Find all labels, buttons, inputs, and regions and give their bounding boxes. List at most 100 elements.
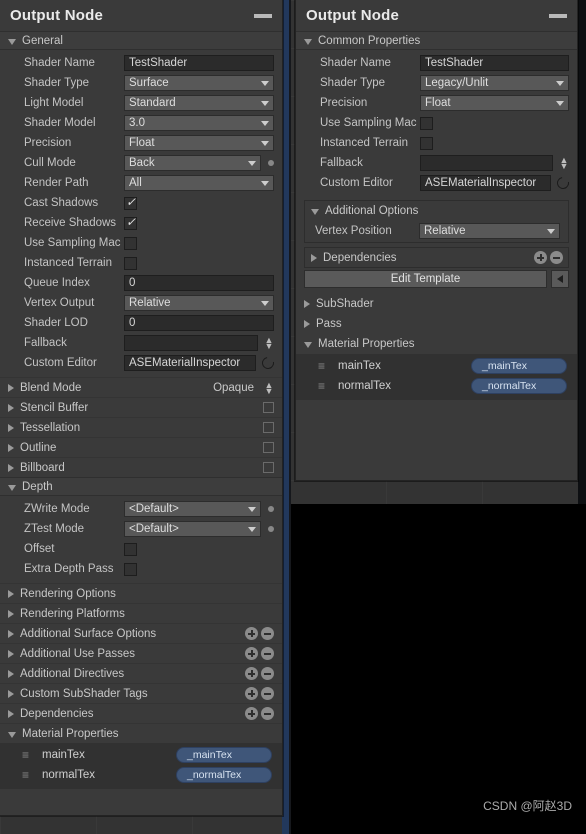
row-receive-shadows[interactable]: Receive Shadows [0, 213, 282, 233]
material-property-pill[interactable]: _mainTex [471, 358, 567, 374]
row-vertex-position[interactable]: Vertex Position Relative [305, 220, 568, 242]
row-ztest-mode[interactable]: ZTest Mode <Default> [0, 519, 282, 539]
remove-icon[interactable] [261, 707, 274, 720]
remove-icon[interactable] [261, 667, 274, 680]
dropdown-shader-type[interactable]: Legacy/Unlit [420, 75, 569, 91]
row-use-sampling-macros[interactable]: Use Sampling Mac [296, 113, 577, 133]
list-item[interactable]: ≡ mainTex _mainTex [0, 745, 282, 765]
dropdown-cull-mode[interactable]: Back [124, 155, 261, 171]
remove-icon[interactable] [550, 251, 563, 264]
checkbox-stencil-buffer[interactable] [263, 402, 274, 413]
row-offset[interactable]: Offset [0, 539, 282, 559]
remove-icon[interactable] [261, 627, 274, 640]
checkbox-instanced-terrain[interactable] [420, 136, 433, 150]
row-instanced-terrain[interactable]: Instanced Terrain [296, 133, 577, 153]
row-render-path[interactable]: Render Path All [0, 173, 282, 193]
foldout-additional-surface-options[interactable]: Additional Surface Options [0, 623, 282, 643]
checkbox-instanced-terrain[interactable] [124, 256, 137, 270]
right-node-header[interactable]: Output Node [296, 0, 577, 31]
dropdown-vertex-position[interactable]: Relative [419, 223, 560, 239]
material-property-pill[interactable]: _normalTex [176, 767, 272, 783]
input-fallback[interactable] [420, 155, 553, 171]
checkbox-offset[interactable] [124, 542, 137, 556]
foldout-dependencies[interactable]: Dependencies [304, 247, 569, 268]
stepper-icon[interactable]: ▲ ▼ [264, 380, 274, 395]
dropdown-ztest-mode[interactable]: <Default> [124, 521, 261, 537]
checkbox-cast-shadows[interactable] [124, 195, 137, 210]
material-property-pill[interactable]: _normalTex [471, 378, 567, 394]
checkbox-billboard[interactable] [263, 462, 274, 473]
drag-handle-icon[interactable]: ≡ [22, 749, 34, 761]
section-general[interactable]: General [0, 31, 282, 50]
row-precision[interactable]: Precision Float [296, 93, 577, 113]
dropdown-light-model[interactable]: Standard [124, 95, 274, 111]
row-custom-editor[interactable]: Custom Editor ASEMaterialInspector [296, 173, 577, 193]
dropdown-precision[interactable]: Float [124, 135, 274, 151]
row-instanced-terrain[interactable]: Instanced Terrain [0, 253, 282, 273]
dropdown-zwrite-mode[interactable]: <Default> [124, 501, 261, 517]
remove-icon[interactable] [261, 647, 274, 660]
add-icon[interactable] [245, 707, 258, 720]
dropdown-render-path[interactable]: All [124, 175, 274, 191]
foldout-pass[interactable]: Pass [296, 314, 577, 334]
foldout-stencil-buffer[interactable]: Stencil Buffer [0, 397, 282, 417]
row-cast-shadows[interactable]: Cast Shadows [0, 193, 282, 213]
row-shader-model[interactable]: Shader Model 3.0 [0, 113, 282, 133]
add-icon[interactable] [245, 647, 258, 660]
input-queue-index[interactable]: 0 [124, 275, 274, 291]
input-shader-name[interactable]: TestShader [420, 55, 569, 71]
checkbox-extra-depth-pass[interactable] [124, 562, 137, 576]
foldout-material-properties[interactable]: Material Properties [0, 723, 282, 743]
row-fallback[interactable]: Fallback ▲ ▼ [0, 333, 282, 353]
checkbox-use-sampling-macros[interactable] [420, 116, 433, 130]
foldout-additional-directives[interactable]: Additional Directives [0, 663, 282, 683]
minimize-icon[interactable] [549, 14, 567, 18]
checkbox-tessellation[interactable] [263, 422, 274, 433]
list-item[interactable]: ≡ mainTex _mainTex [296, 356, 577, 376]
drag-handle-icon[interactable]: ≡ [22, 769, 34, 781]
dropdown-shader-model[interactable]: 3.0 [124, 115, 274, 131]
left-node-header[interactable]: Output Node [0, 0, 282, 31]
output-node-panel-right[interactable]: Output Node Common Properties Shader Nam… [295, 0, 578, 481]
remove-icon[interactable] [261, 687, 274, 700]
checkbox-outline[interactable] [263, 442, 274, 453]
input-shader-lod[interactable]: 0 [124, 315, 274, 331]
row-shader-name[interactable]: Shader Name TestShader [296, 53, 577, 73]
drag-handle-icon[interactable]: ≡ [318, 380, 330, 392]
row-precision[interactable]: Precision Float [0, 133, 282, 153]
dropdown-shader-type[interactable]: Surface [124, 75, 274, 91]
foldout-blend-mode[interactable]: Blend Mode Opaque ▲ ▼ [0, 377, 282, 397]
input-custom-editor[interactable]: ASEMaterialInspector [124, 355, 256, 371]
foldout-rendering-options[interactable]: Rendering Options [0, 583, 282, 603]
row-use-sampling-macros[interactable]: Use Sampling Mac [0, 233, 282, 253]
list-item[interactable]: ≡ normalTex _normalTex [296, 376, 577, 396]
row-shader-type[interactable]: Shader Type Surface [0, 73, 282, 93]
foldout-custom-subshader-tags[interactable]: Custom SubShader Tags [0, 683, 282, 703]
reset-icon[interactable] [259, 354, 277, 372]
stepper-icon[interactable]: ▲ ▼ [264, 336, 274, 351]
reset-icon[interactable] [554, 174, 572, 192]
input-fallback[interactable] [124, 335, 258, 351]
port-dot-icon[interactable] [268, 506, 274, 512]
material-property-pill[interactable]: _mainTex [176, 747, 272, 763]
add-icon[interactable] [245, 627, 258, 640]
row-light-model[interactable]: Light Model Standard [0, 93, 282, 113]
back-button[interactable] [551, 270, 569, 288]
minimize-icon[interactable] [254, 14, 272, 18]
checkbox-receive-shadows[interactable] [124, 215, 137, 230]
edit-template-button[interactable]: Edit Template [304, 270, 547, 288]
add-icon[interactable] [245, 687, 258, 700]
row-queue-index[interactable]: Queue Index 0 [0, 273, 282, 293]
row-shader-name[interactable]: Shader Name TestShader [0, 53, 282, 73]
input-custom-editor[interactable]: ASEMaterialInspector [420, 175, 551, 191]
section-common-properties[interactable]: Common Properties [296, 31, 577, 50]
section-depth[interactable]: Depth [0, 477, 282, 496]
row-cull-mode[interactable]: Cull Mode Back [0, 153, 282, 173]
foldout-billboard[interactable]: Billboard [0, 457, 282, 477]
add-icon[interactable] [245, 667, 258, 680]
section-additional-options[interactable]: Additional Options [305, 201, 568, 220]
foldout-dependencies[interactable]: Dependencies [0, 703, 282, 723]
foldout-outline[interactable]: Outline [0, 437, 282, 457]
port-dot-icon[interactable] [268, 160, 274, 166]
foldout-rendering-platforms[interactable]: Rendering Platforms [0, 603, 282, 623]
